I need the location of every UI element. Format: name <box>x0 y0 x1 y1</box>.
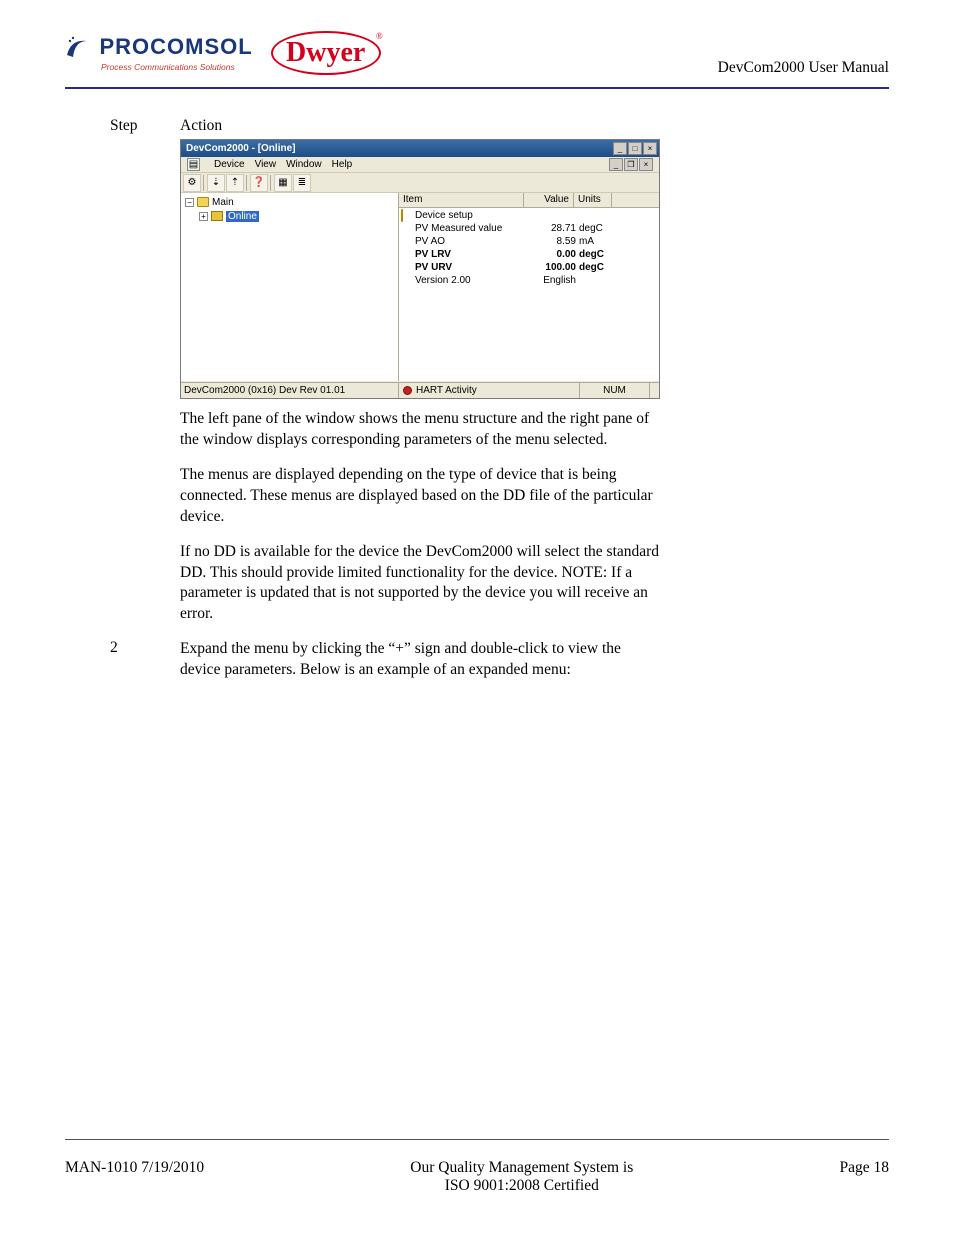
footer-center-1: Our Quality Management System is <box>204 1159 839 1177</box>
swoosh-icon <box>65 35 91 64</box>
title-bar: DevCom2000 - [Online] _ □ × <box>181 140 659 157</box>
mdi-child-icon[interactable]: ▤ <box>187 158 200 171</box>
folder-icon <box>401 209 403 222</box>
toolbar-button-2[interactable]: ⇣ <box>207 174 225 192</box>
mdi-close-icon[interactable]: × <box>639 158 653 171</box>
step-2-text: Expand the menu by clicking the “+” sign… <box>180 639 660 681</box>
header-units[interactable]: Units <box>574 193 612 207</box>
menu-view[interactable]: View <box>255 159 277 170</box>
list-row[interactable]: PV Measured value28.71degC <box>399 222 659 235</box>
paragraph-2: The menus are displayed depending on the… <box>180 465 660 528</box>
header-rule <box>65 87 889 89</box>
menu-bar: ▤ Device View Window Help _ ❐ × <box>181 157 659 173</box>
row-item: PV AO <box>415 236 526 247</box>
list-row[interactable]: Device setup <box>399 209 659 222</box>
toolbar-button-1[interactable]: ⚙ <box>183 174 201 192</box>
column-action: Action <box>180 117 889 135</box>
folder-icon <box>197 197 209 207</box>
list-row[interactable]: PV LRV0.00degC <box>399 248 659 261</box>
status-left: DevCom2000 (0x16) Dev Rev 01.01 <box>181 383 399 398</box>
toolbar-button-3[interactable]: ⇡ <box>226 174 244 192</box>
footer-left: MAN-1010 7/19/2010 <box>65 1159 204 1177</box>
list-pane[interactable]: Item Value Units Device setupPV Measured… <box>399 193 659 381</box>
list-header: Item Value Units <box>399 193 659 208</box>
tree-collapse-icon[interactable]: − <box>185 198 194 207</box>
document-title: DevCom2000 User Manual <box>718 59 889 77</box>
hart-led-icon <box>403 386 412 395</box>
status-bar: DevCom2000 (0x16) Dev Rev 01.01 HART Act… <box>181 382 659 398</box>
toolbar: ⚙ ⇣ ⇡ ❓ ▦ ≣ <box>181 173 659 193</box>
window-title: DevCom2000 - [Online] <box>183 143 295 154</box>
list-row[interactable]: PV AO8.59mA <box>399 235 659 248</box>
devcom-window: DevCom2000 - [Online] _ □ × ▤ Device Vie… <box>180 139 660 399</box>
procomsol-tagline: Process Communications Solutions <box>101 62 253 72</box>
footer-rule <box>65 1139 889 1140</box>
menu-help[interactable]: Help <box>332 159 353 170</box>
toolbar-button-5[interactable]: ▦ <box>274 174 292 192</box>
row-item: PV URV <box>415 262 526 273</box>
step-number-2: 2 <box>110 639 180 681</box>
list-row[interactable]: PV URV100.00degC <box>399 261 659 274</box>
row-value: 100.00 <box>526 262 576 273</box>
tree-online[interactable]: Online <box>226 211 259 222</box>
row-value: 28.71 <box>526 223 576 234</box>
tree-main[interactable]: Main <box>212 197 234 208</box>
row-item: PV LRV <box>415 249 526 260</box>
tree-expand-icon[interactable]: + <box>199 212 208 221</box>
tree-pane[interactable]: − Main + Online <box>181 193 399 381</box>
paragraph-1: The left pane of the window shows the me… <box>180 409 660 451</box>
toolbar-button-4[interactable]: ❓ <box>250 174 268 192</box>
row-item: Version 2.00 <box>415 275 526 286</box>
row-value: English <box>526 275 576 286</box>
row-units: degC <box>576 262 614 273</box>
mdi-restore-icon[interactable]: ❐ <box>624 158 638 171</box>
dwyer-logo: Dwyer ® <box>271 25 381 81</box>
row-units: degC <box>576 249 614 260</box>
row-item: PV Measured value <box>415 223 526 234</box>
row-item: Device setup <box>415 210 526 221</box>
status-num: NUM <box>579 383 649 398</box>
row-units: degC <box>576 223 614 234</box>
maximize-icon[interactable]: □ <box>628 142 642 155</box>
close-icon[interactable]: × <box>643 142 657 155</box>
mdi-minimize-icon[interactable]: _ <box>609 158 623 171</box>
menu-window[interactable]: Window <box>286 159 322 170</box>
footer-right: Page 18 <box>839 1159 889 1177</box>
device-icon <box>211 211 223 221</box>
list-row[interactable]: Version 2.00English <box>399 274 659 287</box>
procomsol-name: PROCOMSOL <box>99 34 252 59</box>
header-item[interactable]: Item <box>399 193 524 207</box>
row-value: 8.59 <box>526 236 576 247</box>
toolbar-button-6[interactable]: ≣ <box>293 174 311 192</box>
status-hart: HART Activity <box>416 385 477 396</box>
minimize-icon[interactable]: _ <box>613 142 627 155</box>
footer-center-2: ISO 9001:2008 Certified <box>204 1177 839 1195</box>
column-step: Step <box>110 117 170 135</box>
procomsol-logo: PROCOMSOL Process Communications Solutio… <box>65 34 253 72</box>
paragraph-3: If no DD is available for the device the… <box>180 542 660 626</box>
resize-grip-icon[interactable] <box>649 383 659 398</box>
menu-device[interactable]: Device <box>214 159 245 170</box>
row-value: 0.00 <box>526 249 576 260</box>
header-value[interactable]: Value <box>524 193 574 207</box>
row-units: mA <box>576 236 614 247</box>
registered-icon: ® <box>376 31 383 41</box>
